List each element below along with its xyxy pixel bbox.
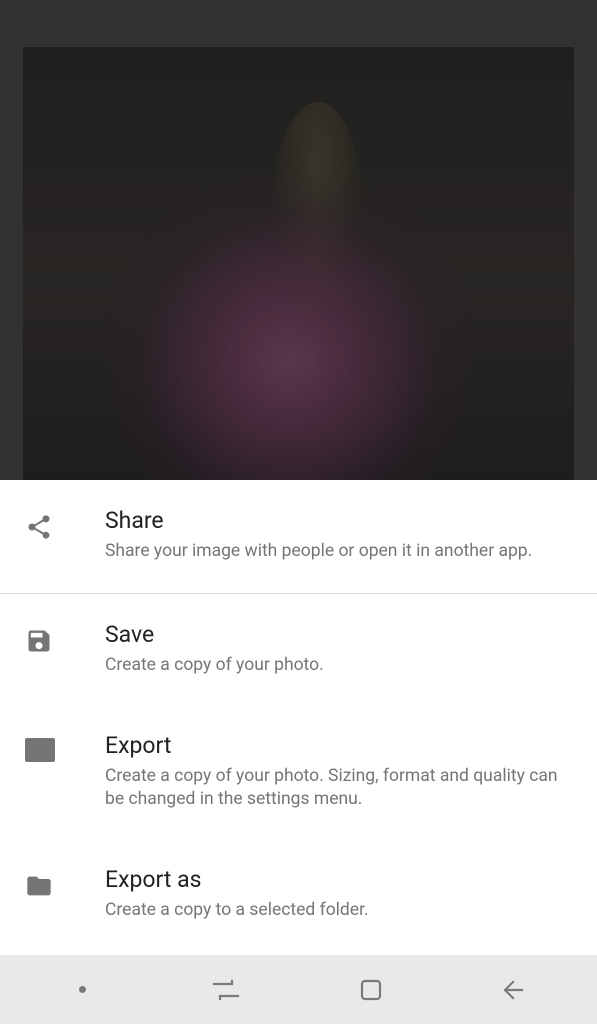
recents-icon <box>211 978 241 1002</box>
nav-recents-button[interactable] <box>176 955 276 1024</box>
menu-item-share[interactable]: Share Share your image with people or op… <box>0 480 597 594</box>
menu-item-desc: Create a copy of your photo. <box>105 654 572 678</box>
share-icon <box>25 507 80 541</box>
menu-item-save[interactable]: Save Create a copy of your photo. <box>0 594 597 704</box>
menu-item-title: Export as <box>105 866 572 895</box>
menu-item-export[interactable]: JPG Export Create a copy of your photo. … <box>0 705 597 839</box>
bottom-sheet: Share Share your image with people or op… <box>0 480 597 955</box>
nav-assistant-button[interactable] <box>32 955 132 1024</box>
folder-icon <box>25 866 80 900</box>
dim-overlay[interactable] <box>0 0 597 480</box>
nav-back-button[interactable] <box>465 955 565 1024</box>
save-icon <box>25 621 80 655</box>
android-navbar <box>0 955 597 1024</box>
screen: Share Share your image with people or op… <box>0 0 597 1024</box>
menu-item-export-as[interactable]: Export as Create a copy to a selected fo… <box>0 839 597 949</box>
menu-item-desc: Create a copy of your photo. Sizing, for… <box>105 765 572 812</box>
jpg-badge: JPG <box>25 738 55 762</box>
menu-item-title: Share <box>105 507 572 536</box>
menu-item-desc: Share your image with people or open it … <box>105 540 572 564</box>
menu-item-title: Export <box>105 732 572 761</box>
jpg-icon: JPG <box>25 732 80 762</box>
menu-item-desc: Create a copy to a selected folder. <box>105 899 572 923</box>
nav-home-button[interactable] <box>321 955 421 1024</box>
photo-backdrop <box>0 0 597 480</box>
home-icon <box>357 976 385 1004</box>
dot-icon <box>79 986 86 993</box>
menu-item-title: Save <box>105 621 572 650</box>
back-icon <box>500 978 530 1002</box>
